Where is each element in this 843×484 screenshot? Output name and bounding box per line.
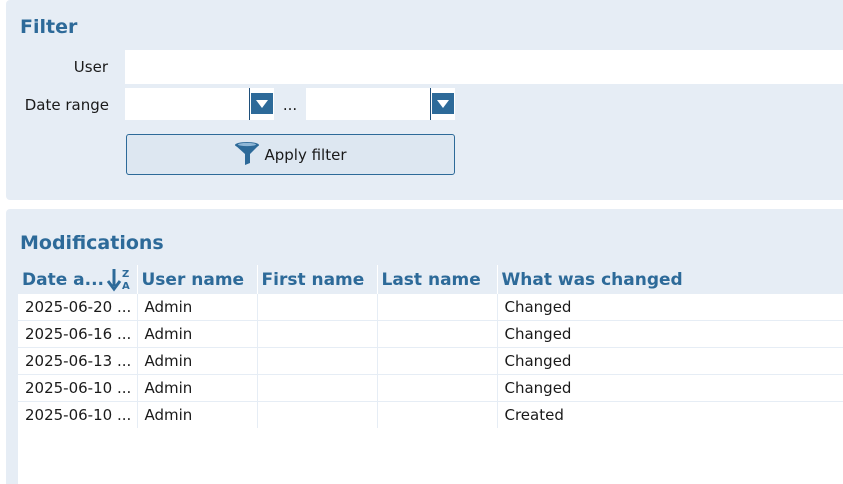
- cell-what-changed: Created: [497, 401, 843, 429]
- table-row[interactable]: 2025-06-16 ... Admin Changed: [18, 320, 843, 348]
- cell-last-name: [377, 374, 498, 402]
- cell-date: 2025-06-10 ...: [18, 401, 138, 429]
- cell-what-changed: Changed: [497, 374, 843, 402]
- cell-last-name: [377, 320, 498, 348]
- cell-user-name: Admin: [137, 294, 258, 321]
- date-separator: ...: [282, 96, 298, 114]
- cell-date: 2025-06-13 ...: [18, 347, 138, 375]
- column-header-date[interactable]: Date a... Z A: [18, 265, 138, 294]
- funnel-icon: [234, 141, 260, 169]
- column-header-first-name[interactable]: First name: [257, 265, 378, 294]
- user-input[interactable]: [125, 50, 843, 84]
- column-header-user-name[interactable]: User name: [137, 265, 258, 294]
- cell-user-name: Admin: [137, 401, 258, 429]
- filter-panel: Filter User Date range ... Apply filter: [6, 0, 843, 200]
- cell-what-changed: Changed: [497, 347, 843, 375]
- cell-last-name: [377, 401, 498, 429]
- date-from-field[interactable]: [125, 88, 274, 120]
- date-to-dropdown-button[interactable]: [430, 88, 455, 120]
- sort-descending-icon: Z A: [106, 267, 133, 294]
- column-header-last-name[interactable]: Last name: [377, 265, 498, 294]
- table-row[interactable]: 2025-06-20 ... Admin Changed: [18, 294, 843, 321]
- cell-first-name: [257, 374, 378, 402]
- table-row[interactable]: 2025-06-13 ... Admin Changed: [18, 347, 843, 375]
- cell-date: 2025-06-16 ...: [18, 320, 138, 348]
- svg-text:A: A: [122, 281, 130, 292]
- modifications-title: Modifications: [20, 232, 164, 254]
- apply-filter-label: Apply filter: [264, 145, 347, 164]
- date-to-field[interactable]: [306, 88, 455, 120]
- cell-first-name: [257, 294, 378, 321]
- cell-what-changed: Changed: [497, 320, 843, 348]
- column-header-what-changed[interactable]: What was changed: [497, 265, 843, 294]
- apply-filter-button[interactable]: Apply filter: [126, 134, 455, 175]
- cell-user-name: Admin: [137, 320, 258, 348]
- modifications-panel: Modifications Date a... Z A User name Fi…: [6, 209, 843, 484]
- cell-first-name: [257, 401, 378, 429]
- chevron-down-icon: [432, 93, 454, 114]
- date-range-label: Date range: [24, 96, 109, 114]
- table-header-row: Date a... Z A User name First name Last …: [18, 265, 843, 294]
- cell-what-changed: Changed: [497, 294, 843, 321]
- date-from-dropdown-button[interactable]: [249, 88, 274, 120]
- cell-first-name: [257, 320, 378, 348]
- cell-last-name: [377, 294, 498, 321]
- cell-date: 2025-06-10 ...: [18, 374, 138, 402]
- table-row[interactable]: 2025-06-10 ... Admin Changed: [18, 374, 843, 402]
- chevron-down-icon: [251, 93, 273, 114]
- table-empty-area: [18, 428, 843, 484]
- filter-title: Filter: [20, 16, 78, 38]
- modifications-table: Date a... Z A User name First name Last …: [18, 265, 843, 429]
- cell-last-name: [377, 347, 498, 375]
- cell-user-name: Admin: [137, 347, 258, 375]
- svg-text:Z: Z: [122, 269, 129, 280]
- table-row[interactable]: 2025-06-10 ... Admin Created: [18, 401, 843, 429]
- cell-date: 2025-06-20 ...: [18, 294, 138, 321]
- cell-first-name: [257, 347, 378, 375]
- cell-user-name: Admin: [137, 374, 258, 402]
- user-label: User: [73, 58, 108, 76]
